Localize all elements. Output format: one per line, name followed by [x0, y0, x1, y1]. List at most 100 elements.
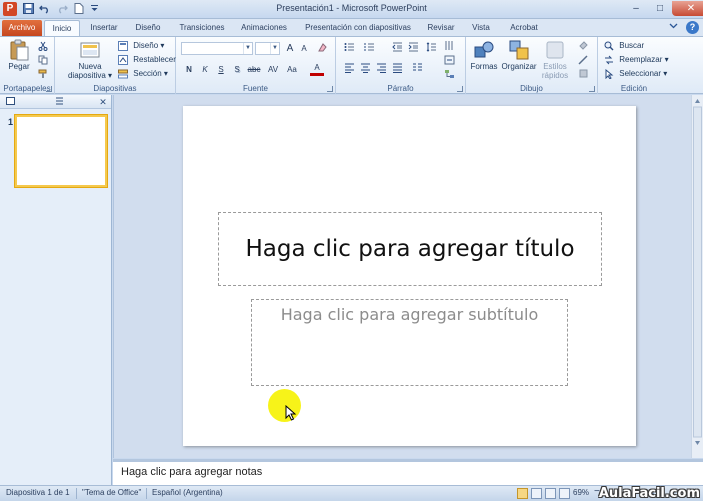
shrink-font-button[interactable]: A: [297, 42, 311, 55]
ribbon-home: Pegar Portapapeles Nueva diapositiva ▾ D…: [0, 36, 703, 94]
font-size-dropdown-icon[interactable]: ▼: [270, 43, 279, 54]
maximize-button[interactable]: □: [648, 1, 672, 16]
tab-acrobat[interactable]: Acrobat: [502, 20, 546, 36]
find-button[interactable]: Buscar: [604, 39, 644, 53]
fuente-dialog-launcher[interactable]: [327, 86, 333, 92]
shape-fill-button[interactable]: [576, 40, 590, 53]
arrange-icon: [509, 40, 529, 60]
watermark-logo: AulaFacil.com: [598, 486, 700, 501]
align-left-button[interactable]: [342, 63, 356, 76]
copy-icon: [38, 55, 48, 65]
ribbon-tab-bar: Archivo Inicio Insertar Diseño Transicio…: [0, 19, 703, 36]
align-text-button[interactable]: [442, 55, 456, 68]
format-painter-button[interactable]: [38, 67, 51, 81]
quick-styles-label-line1: Estilos: [543, 62, 567, 71]
bullets-button[interactable]: [342, 42, 356, 55]
mouse-cursor-icon: [285, 405, 297, 421]
text-direction-button[interactable]: [442, 40, 456, 53]
close-button[interactable]: ✕: [672, 1, 703, 16]
clear-formatting-icon: [317, 43, 327, 52]
new-slide-button[interactable]: Nueva diapositiva ▾: [66, 39, 114, 80]
quick-styles-button[interactable]: Estilos rápidos: [538, 39, 572, 80]
slide-sorter-view-button[interactable]: [531, 488, 542, 499]
tab-animaciones[interactable]: Animaciones: [236, 20, 292, 36]
decrease-indent-button[interactable]: [390, 42, 404, 55]
notes-pane[interactable]: Haga clic para agregar notas: [113, 459, 703, 485]
paste-button[interactable]: Pegar: [4, 39, 34, 71]
tab-diseno[interactable]: Diseño: [128, 20, 168, 36]
subtitle-placeholder[interactable]: Haga clic para agregar subtítulo: [251, 299, 568, 386]
align-right-icon: [376, 63, 386, 73]
copy-button[interactable]: [38, 53, 51, 67]
bullets-icon: [344, 43, 354, 51]
notes-placeholder[interactable]: Haga clic para agregar notas: [121, 466, 262, 478]
theme-status[interactable]: "Tema de Office": [82, 488, 141, 497]
tab-insertar[interactable]: Insertar: [84, 20, 124, 36]
line-spacing-button[interactable]: [424, 42, 438, 55]
zoom-level[interactable]: 69%: [573, 488, 589, 497]
title-placeholder[interactable]: Haga clic para agregar título: [218, 212, 602, 286]
strikethrough-button[interactable]: abc: [246, 63, 262, 76]
shapes-button[interactable]: Formas: [469, 39, 499, 71]
align-left-icon: [344, 63, 354, 73]
slides-tab-icon[interactable]: [3, 96, 17, 108]
dibujo-dialog-launcher[interactable]: [589, 86, 595, 92]
help-icon[interactable]: ?: [686, 21, 699, 34]
change-case-button[interactable]: Aa: [284, 63, 300, 76]
replace-button[interactable]: Reemplazar ▾: [604, 53, 669, 67]
shapes-label: Formas: [470, 62, 498, 71]
font-name-combo[interactable]: ▼: [181, 42, 253, 55]
align-center-button[interactable]: [358, 63, 372, 76]
layout-label: Diseño ▾: [133, 41, 165, 50]
tab-presentacion-con-diapositivas[interactable]: Presentación con diapositivas: [298, 20, 418, 36]
language-status[interactable]: Español (Argentina): [152, 488, 223, 497]
italic-button[interactable]: K: [198, 63, 212, 76]
numbering-button[interactable]: [362, 42, 376, 55]
bold-button[interactable]: N: [182, 63, 196, 76]
clear-formatting-button[interactable]: [315, 42, 329, 55]
shadow-button[interactable]: S: [230, 63, 244, 76]
tab-revisar[interactable]: Revisar: [422, 20, 460, 36]
increase-indent-button[interactable]: [406, 42, 420, 55]
reading-view-button[interactable]: [545, 488, 556, 499]
parrafo-dialog-launcher[interactable]: [457, 86, 463, 92]
columns-button[interactable]: [410, 63, 424, 76]
fuente-group-label: Fuente: [243, 84, 268, 93]
shape-fill-icon: [578, 41, 588, 50]
section-button[interactable]: Sección ▾: [118, 67, 168, 81]
normal-view-button[interactable]: [517, 488, 528, 499]
slideshow-view-button[interactable]: [559, 488, 570, 499]
panel-close-icon[interactable]: ✕: [96, 96, 110, 108]
minimize-ribbon-icon[interactable]: [667, 21, 680, 34]
group-parrafo: Párrafo: [336, 37, 466, 94]
slide-canvas[interactable]: Haga clic para agregar título Haga clic …: [183, 106, 636, 446]
align-right-button[interactable]: [374, 63, 388, 76]
tab-inicio[interactable]: Inicio: [44, 20, 80, 36]
select-button[interactable]: Seleccionar ▾: [604, 67, 667, 81]
character-spacing-button[interactable]: AV: [265, 63, 281, 76]
reset-button[interactable]: Restablecer: [118, 53, 176, 67]
tab-vista[interactable]: Vista: [464, 20, 498, 36]
layout-button[interactable]: Diseño ▾: [118, 39, 164, 53]
slide-thumbnail[interactable]: [15, 115, 107, 187]
tab-transiciones[interactable]: Transiciones: [172, 20, 232, 36]
minimize-button[interactable]: –: [624, 1, 648, 16]
justify-button[interactable]: [390, 63, 404, 76]
font-size-combo[interactable]: ▼: [255, 42, 280, 55]
arrange-label: Organizar: [501, 62, 537, 71]
font-color-button[interactable]: A: [310, 63, 324, 76]
outline-tab-icon[interactable]: [52, 96, 66, 108]
quick-styles-icon: [546, 41, 564, 59]
underline-button[interactable]: S: [214, 63, 228, 76]
font-name-dropdown-icon[interactable]: ▼: [243, 43, 252, 54]
portapapeles-dialog-launcher[interactable]: [46, 86, 52, 92]
section-label: Sección ▾: [133, 69, 168, 78]
shape-outline-button[interactable]: [576, 54, 590, 67]
cut-button[interactable]: [38, 39, 51, 53]
grow-font-button[interactable]: A: [283, 42, 297, 55]
shape-effects-button[interactable]: [576, 68, 590, 81]
arrange-button[interactable]: Organizar: [500, 39, 538, 71]
convert-smartart-button[interactable]: [442, 69, 456, 82]
tab-archivo[interactable]: Archivo: [2, 20, 42, 36]
vertical-scrollbar[interactable]: [691, 95, 703, 458]
